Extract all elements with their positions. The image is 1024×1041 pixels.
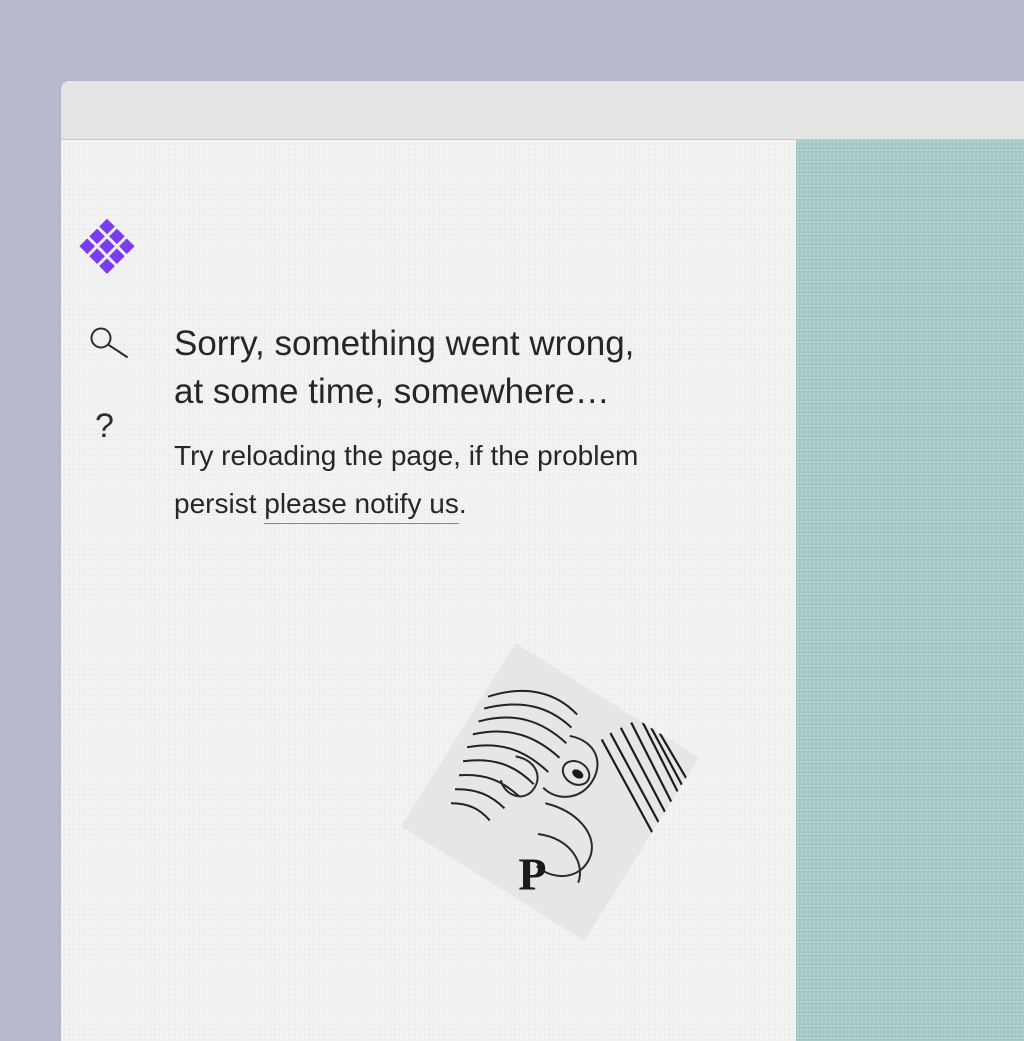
- app-window: ? Sorry, something went wrong, at some t…: [61, 81, 1024, 1041]
- help-icon[interactable]: ?: [95, 408, 114, 444]
- error-message-suffix: .: [458, 488, 467, 519]
- main-pane: ? Sorry, something went wrong, at some t…: [61, 140, 796, 1041]
- error-message: Try reloading the page, if the problem p…: [174, 432, 764, 528]
- side-pane: [796, 140, 1024, 1041]
- error-message-line1: Try reloading the page, if the problem: [174, 440, 639, 471]
- error-heading: Sorry, something went wrong, at some tim…: [174, 320, 764, 416]
- illustration-letter: P: [518, 848, 546, 899]
- error-message-prefix: persist: [174, 488, 265, 519]
- logo-icon[interactable]: [76, 216, 138, 278]
- search-icon[interactable]: [88, 325, 130, 361]
- error-heading-line1: Sorry, something went wrong,: [174, 324, 635, 363]
- error-message-line2: persist please notify us.: [174, 480, 764, 528]
- title-bar: [61, 81, 1024, 140]
- notify-us-link[interactable]: please notify us: [264, 488, 459, 524]
- engraving-illustration: P: [401, 643, 699, 941]
- error-content: Sorry, something went wrong, at some tim…: [174, 320, 764, 528]
- error-heading-line2: at some time, somewhere…: [174, 372, 610, 411]
